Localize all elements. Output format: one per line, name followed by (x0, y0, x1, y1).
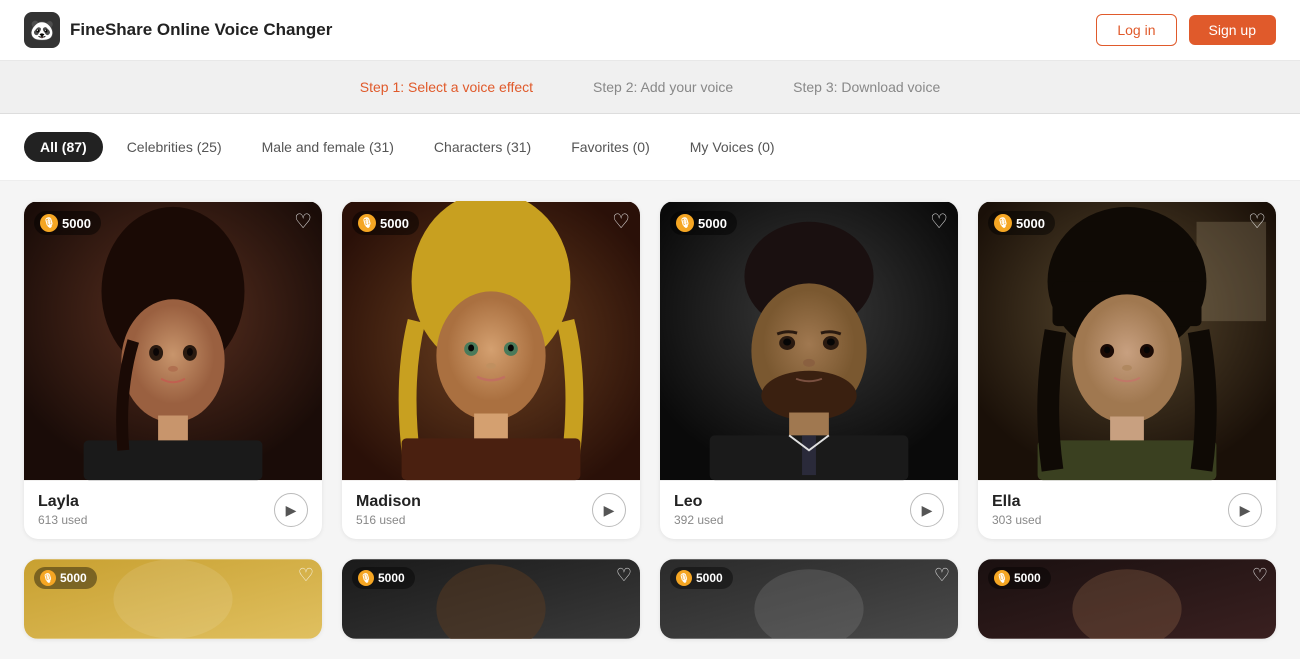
card-madison-image (342, 201, 640, 481)
step-1[interactable]: Step 1: Select a voice effect (360, 79, 533, 95)
filter-celebrities[interactable]: Celebrities (25) (111, 132, 238, 162)
card-ella: 🎙 5000 ♡ Ella 303 used ▶ (978, 201, 1276, 539)
card-madison-image-wrap: 🎙 5000 ♡ (342, 201, 640, 481)
bottom-card-2-coins: 5000 (378, 571, 405, 585)
bottom-card-2-coin-icon: 🎙 (358, 570, 374, 586)
bottom-card-3-coin-icon: 🎙 (676, 570, 692, 586)
layla-coin-icon: 🎙 (40, 214, 58, 232)
card-layla-image-wrap: 🎙 5000 ♡ (24, 201, 322, 481)
ella-info: Ella 303 used (992, 493, 1041, 527)
card-madison: 🎙 5000 ♡ Madison 516 used ▶ (342, 201, 640, 539)
bottom-card-3-coins: 5000 (696, 571, 723, 585)
header-right: Log in Sign up (1096, 14, 1276, 46)
madison-coin-badge: 🎙 5000 (352, 211, 419, 235)
madison-name: Madison (356, 493, 421, 511)
filter-favorites[interactable]: Favorites (0) (555, 132, 666, 162)
ella-favorite-button[interactable]: ♡ (1248, 209, 1266, 234)
leo-coin-icon: 🎙 (676, 214, 694, 232)
madison-footer: Madison 516 used ▶ (342, 481, 640, 539)
step-3[interactable]: Step 3: Download voice (793, 79, 940, 95)
app-title: FineShare Online Voice Changer (70, 20, 332, 40)
bottom-card-4: 🎙 5000 ♡ (978, 559, 1276, 639)
layla-play-button[interactable]: ▶ (274, 493, 308, 527)
bottom-card-4-coin-icon: 🎙 (994, 570, 1010, 586)
ella-name: Ella (992, 493, 1041, 511)
madison-info: Madison 516 used (356, 493, 421, 527)
filter-bar: All (87) Celebrities (25) Male and femal… (0, 114, 1300, 181)
ella-coin-icon: 🎙 (994, 214, 1012, 232)
filter-characters[interactable]: Characters (31) (418, 132, 547, 162)
bottom-card-3-favorite-button[interactable]: ♡ (934, 565, 950, 586)
layla-coin-value: 5000 (62, 216, 91, 231)
ella-coin-value: 5000 (1016, 216, 1045, 231)
layla-favorite-button[interactable]: ♡ (294, 209, 312, 234)
card-ella-image-wrap: 🎙 5000 ♡ (978, 201, 1276, 481)
filter-male-female[interactable]: Male and female (31) (246, 132, 410, 162)
bottom-card-2: 🎙 5000 ♡ (342, 559, 640, 639)
madison-favorite-button[interactable]: ♡ (612, 209, 630, 234)
bottom-card-1-coins: 5000 (60, 571, 87, 585)
bottom-card-1-favorite-button[interactable]: ♡ (298, 565, 314, 586)
card-leo: 🎙 5000 ♡ Leo 392 used ▶ (660, 201, 958, 539)
app-header: 🐼 FineShare Online Voice Changer Log in … (0, 0, 1300, 61)
filter-all[interactable]: All (87) (24, 132, 103, 162)
leo-footer: Leo 392 used ▶ (660, 481, 958, 539)
ella-footer: Ella 303 used ▶ (978, 481, 1276, 539)
leo-used: 392 used (674, 513, 723, 527)
madison-coin-icon: 🎙 (358, 214, 376, 232)
login-button[interactable]: Log in (1096, 14, 1176, 46)
bottom-card-4-coin-badge: 🎙 5000 (988, 567, 1051, 589)
ella-play-button[interactable]: ▶ (1228, 493, 1262, 527)
leo-name: Leo (674, 493, 723, 511)
signup-button[interactable]: Sign up (1189, 15, 1276, 45)
bottom-card-1-coin-badge: 🎙 5000 (34, 567, 97, 589)
leo-play-button[interactable]: ▶ (910, 493, 944, 527)
card-ella-image (978, 201, 1276, 481)
cards-grid: 🎙 5000 ♡ Layla 613 used ▶ (0, 181, 1300, 559)
bottom-card-2-favorite-button[interactable]: ♡ (616, 565, 632, 586)
leo-favorite-button[interactable]: ♡ (930, 209, 948, 234)
bottom-card-4-favorite-button[interactable]: ♡ (1252, 565, 1268, 586)
ella-used: 303 used (992, 513, 1041, 527)
ella-coin-badge: 🎙 5000 (988, 211, 1055, 235)
bottom-card-1-coin-icon: 🎙 (40, 570, 56, 586)
madison-coin-value: 5000 (380, 216, 409, 231)
card-leo-image-wrap: 🎙 5000 ♡ (660, 201, 958, 481)
leo-coin-badge: 🎙 5000 (670, 211, 737, 235)
header-left: 🐼 FineShare Online Voice Changer (24, 12, 332, 48)
layla-info: Layla 613 used (38, 493, 87, 527)
app-logo: 🐼 (24, 12, 60, 48)
bottom-card-2-coin-badge: 🎙 5000 (352, 567, 415, 589)
card-layla-image (24, 201, 322, 481)
filter-my-voices[interactable]: My Voices (0) (674, 132, 791, 162)
layla-coin-badge: 🎙 5000 (34, 211, 101, 235)
madison-play-button[interactable]: ▶ (592, 493, 626, 527)
layla-used: 613 used (38, 513, 87, 527)
bottom-card-3: 🎙 5000 ♡ (660, 559, 958, 639)
layla-footer: Layla 613 used ▶ (24, 481, 322, 539)
bottom-card-3-coin-badge: 🎙 5000 (670, 567, 733, 589)
card-layla: 🎙 5000 ♡ Layla 613 used ▶ (24, 201, 322, 539)
bottom-cards-grid: 🎙 5000 ♡ 🎙 5000 ♡ (0, 559, 1300, 659)
card-leo-image (660, 201, 958, 481)
step-2[interactable]: Step 2: Add your voice (593, 79, 733, 95)
madison-used: 516 used (356, 513, 421, 527)
steps-bar: Step 1: Select a voice effect Step 2: Ad… (0, 61, 1300, 114)
leo-coin-value: 5000 (698, 216, 727, 231)
bottom-card-4-coins: 5000 (1014, 571, 1041, 585)
leo-info: Leo 392 used (674, 493, 723, 527)
bottom-card-1: 🎙 5000 ♡ (24, 559, 322, 639)
layla-name: Layla (38, 493, 87, 511)
